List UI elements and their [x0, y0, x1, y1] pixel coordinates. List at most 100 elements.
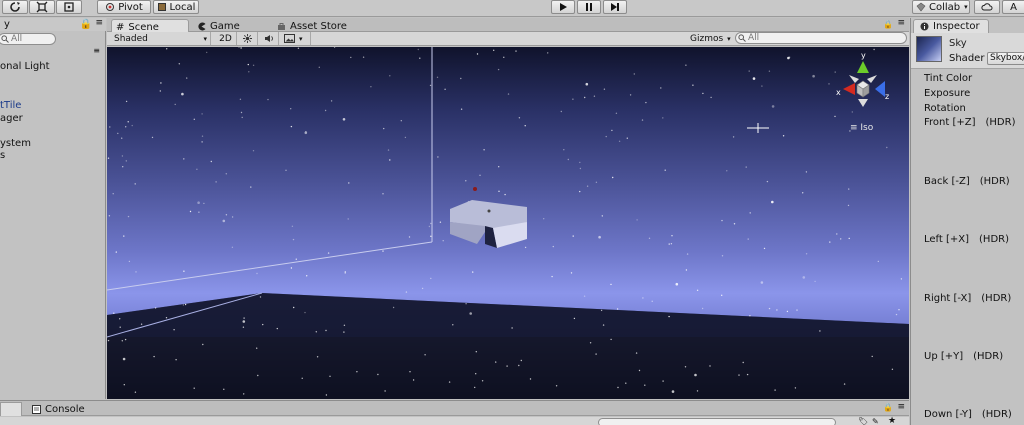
star [886, 146, 888, 149]
rotate-tool-button[interactable] [2, 0, 28, 14]
hierarchy-item[interactable]: onal Light [0, 61, 50, 72]
property-exposure[interactable]: Exposure [924, 88, 970, 99]
tag-icon[interactable]: 🏷 [858, 417, 868, 425]
star [506, 365, 508, 367]
lock-icon[interactable]: 🔒 [883, 403, 893, 412]
star [134, 391, 137, 393]
pivot-toggle-button[interactable]: Pivot [97, 0, 151, 14]
hierarchy-search-input[interactable]: All [0, 33, 56, 45]
effects-dropdown[interactable]: ▾ [281, 32, 311, 45]
scene-search-input[interactable]: All [735, 32, 907, 44]
star-icon[interactable]: ★ [888, 416, 896, 425]
star [601, 215, 603, 217]
tile-object[interactable] [450, 200, 527, 248]
star [552, 245, 554, 248]
panel-menu-icon[interactable]: ≡ [95, 18, 103, 28]
z-axis-cone-icon[interactable] [875, 81, 885, 97]
property-back-texture[interactable]: Back [-Z] (HDR) [924, 176, 1010, 187]
tab-project[interactable] [0, 402, 22, 416]
hierarchy-item[interactable]: s [0, 150, 5, 161]
account-button[interactable]: A [1002, 0, 1024, 14]
console-panel: Console 🔒 ≡ 🏷 ✎ ★ [0, 400, 909, 425]
play-button[interactable] [551, 0, 575, 14]
star [475, 373, 477, 375]
property-label: Rotation [924, 103, 966, 114]
2d-toggle-button[interactable]: 2D [215, 32, 237, 45]
x-axis-cone-icon[interactable] [843, 83, 855, 95]
property-left-texture[interactable]: Left [+X] (HDR) [924, 234, 1009, 245]
star [675, 282, 679, 286]
star [257, 374, 259, 377]
tab-inspector[interactable]: Inspector [913, 19, 989, 33]
orientation-gizmo[interactable]: x y z [836, 51, 889, 107]
star [686, 253, 689, 255]
neg-y-cone-icon[interactable] [858, 99, 868, 107]
star [626, 137, 628, 139]
account-label: A [1010, 1, 1017, 13]
property-rotation[interactable]: Rotation [924, 103, 966, 114]
star [290, 108, 292, 110]
property-right-texture[interactable]: Right [-X] (HDR) [924, 293, 1011, 304]
collab-button[interactable]: Collab ▾ [912, 0, 970, 14]
tab-console[interactable]: Console [28, 402, 85, 416]
star [330, 100, 333, 102]
hierarchy-item[interactable]: ager [0, 113, 23, 124]
star [701, 307, 704, 310]
gizmos-dropdown[interactable]: Gizmos ▾ [687, 32, 731, 45]
scene-viewport[interactable]: x y z ≡ Iso [107, 47, 909, 399]
audio-toggle-button[interactable] [259, 32, 279, 45]
console-icon [32, 404, 41, 414]
star [768, 70, 771, 72]
panel-menu-icon[interactable]: ≡ [897, 402, 905, 412]
chevron-down-icon: ▾ [299, 34, 303, 43]
property-front-texture[interactable]: Front [+Z] (HDR) [924, 117, 1016, 128]
hierarchy-item[interactable]: ystem [0, 138, 31, 149]
property-up-texture[interactable]: Up [+Y] (HDR) [924, 351, 1003, 362]
star [507, 93, 510, 95]
tab-scene[interactable]: # Scene [111, 19, 189, 33]
star [476, 53, 479, 55]
brush-icon[interactable]: ✎ [872, 417, 879, 425]
shading-mode-label: Shaded [114, 33, 148, 44]
tab-game[interactable]: Game [193, 19, 273, 33]
y-axis-cone-icon[interactable] [857, 61, 869, 73]
pause-button[interactable] [577, 0, 601, 14]
property-tint-color[interactable]: Tint Color [924, 73, 972, 84]
star [593, 95, 596, 97]
tab-asset-store[interactable]: Asset Store [273, 19, 373, 33]
star [241, 116, 243, 119]
star [325, 329, 327, 332]
star [629, 94, 632, 96]
star [586, 185, 589, 187]
light-gizmo-icon[interactable] [473, 187, 477, 191]
star [504, 193, 506, 196]
cloud-button[interactable] [974, 0, 1000, 14]
hierarchy-item[interactable]: tTile [0, 100, 21, 111]
scale-tool-button[interactable] [29, 0, 55, 14]
scene-menu-icon[interactable]: ≡ [93, 46, 100, 55]
play-icon [560, 3, 567, 11]
lock-icon[interactable]: 🔒 [883, 20, 893, 29]
lighting-toggle-button[interactable] [238, 32, 258, 45]
star [183, 270, 185, 272]
neg-x-cone-icon[interactable] [867, 75, 877, 83]
star [589, 342, 592, 344]
star [153, 355, 155, 358]
shader-dropdown[interactable]: Skybox/ [987, 52, 1024, 65]
projection-toggle[interactable]: ≡ Iso [850, 123, 873, 133]
step-button[interactable] [603, 0, 627, 14]
star [692, 84, 694, 86]
shading-mode-dropdown[interactable]: Shaded ▾ [111, 32, 211, 45]
local-toggle-button[interactable]: Local [153, 0, 199, 14]
scene-search-placeholder: All [748, 33, 760, 43]
lock-icon[interactable]: 🔒 [80, 19, 92, 30]
neg-z-cone-icon[interactable] [849, 75, 859, 83]
star [123, 235, 125, 237]
property-down-texture[interactable]: Down [-Y] (HDR) [924, 409, 1012, 420]
hierarchy-tab[interactable]: y 🔒 ≡ [0, 18, 106, 31]
panel-menu-icon[interactable]: ≡ [897, 18, 905, 28]
rect-tool-button[interactable] [56, 0, 82, 14]
star [125, 100, 128, 103]
star [615, 112, 618, 115]
console-search-input[interactable] [598, 418, 836, 425]
